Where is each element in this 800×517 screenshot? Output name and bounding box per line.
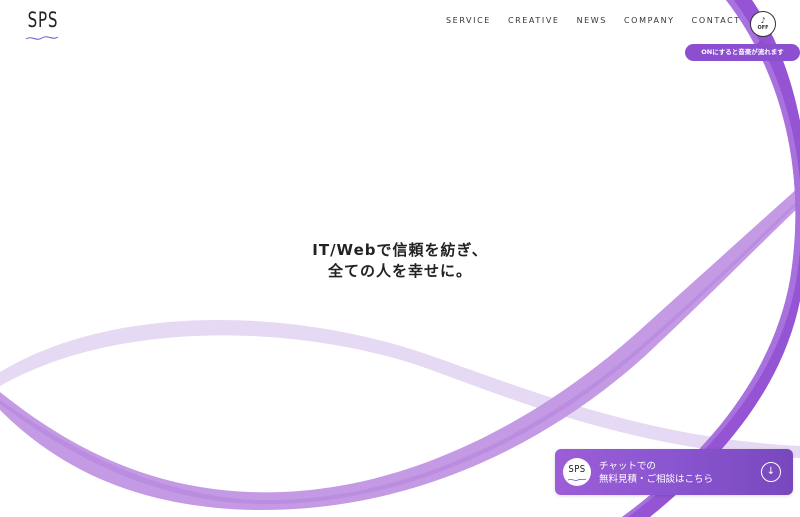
- chat-text-line2: 無料見積・ご相談はこちら: [599, 474, 714, 485]
- chat-text-line1: チャットでの: [599, 461, 656, 472]
- logo-wave-icon: [25, 36, 59, 40]
- nav-service[interactable]: SERVICE: [446, 16, 491, 25]
- sound-tooltip: ONにすると音楽が流れます: [685, 40, 800, 61]
- logo-text: SPS: [27, 8, 59, 32]
- chat-avatar: SPS: [563, 458, 591, 486]
- chat-consultation-button[interactable]: SPS チャットでの 無料見積・ご相談はこちら ↓: [555, 449, 793, 495]
- arrow-down-circle-icon: ↓: [761, 462, 781, 482]
- chat-text: チャットでの 無料見積・ご相談はこちら: [599, 460, 713, 486]
- nav-company[interactable]: COMPANY: [624, 16, 675, 25]
- sound-toggle-button[interactable]: ♪ OFF: [750, 11, 776, 37]
- hero-headline-line1: IT/Webで信頼を紡ぎ、: [312, 241, 488, 259]
- hero-copy: IT/Webで信頼を紡ぎ、 全ての人を幸せに。: [0, 240, 800, 282]
- nav-creative[interactable]: CREATIVE: [508, 16, 560, 25]
- nav-news[interactable]: NEWS: [577, 16, 607, 25]
- site-logo[interactable]: SPS: [24, 8, 60, 42]
- chat-avatar-wave-icon: [567, 478, 587, 481]
- main-nav: SERVICE CREATIVE NEWS COMPANY CONTACT: [446, 16, 741, 25]
- nav-contact[interactable]: CONTACT: [692, 16, 741, 25]
- ribbon-pale: [0, 319, 800, 458]
- hero-headline-line2: 全ての人を幸せに。: [327, 262, 472, 280]
- music-note-icon: ♪: [760, 15, 766, 25]
- sound-state-label: OFF: [757, 24, 769, 31]
